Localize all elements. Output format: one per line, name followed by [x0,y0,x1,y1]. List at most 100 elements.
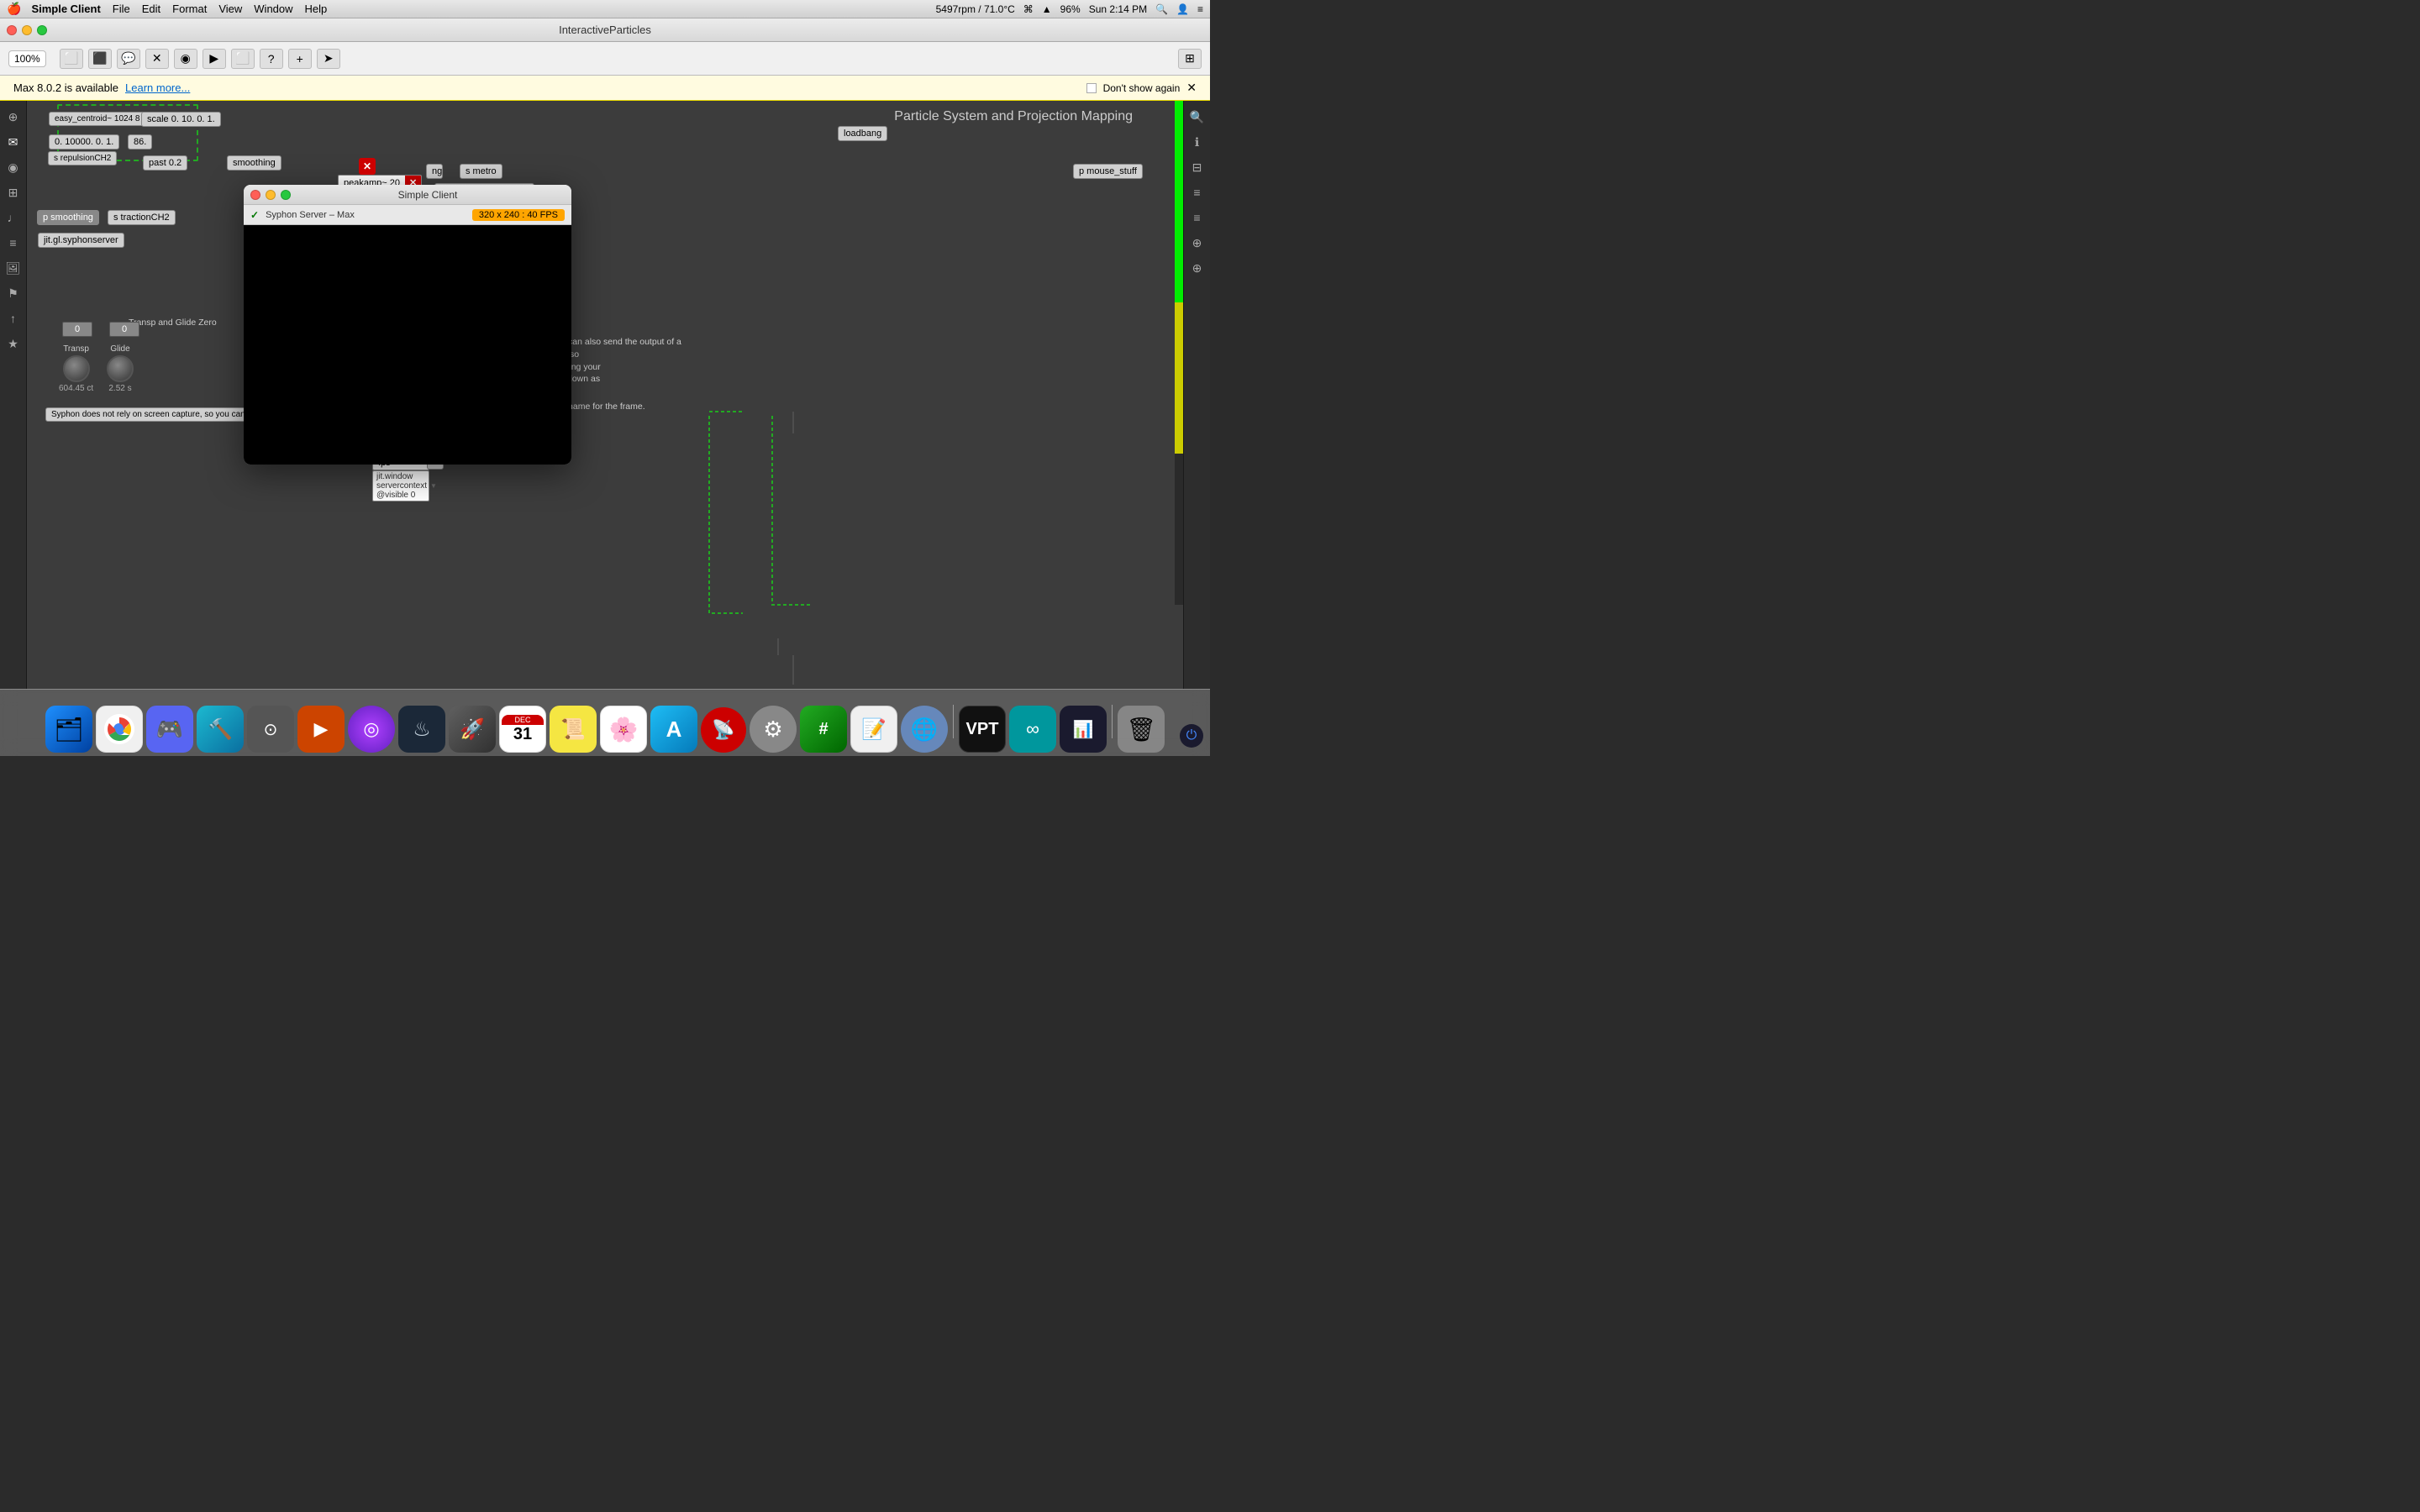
dial-glide-knob[interactable] [107,355,134,382]
dock-separator-2 [1112,705,1113,738]
dock-appstore[interactable]: A [650,706,697,753]
close-button[interactable] [7,25,17,35]
dock-netnewswire[interactable]: 📡 [701,707,746,753]
toolbar-btn-8[interactable]: ? [260,49,283,69]
cpu-temp: 5497rpm / 71.0°C [936,3,1015,15]
obj-loadbang[interactable]: loadbang [838,126,887,141]
dock-chrome[interactable] [96,706,143,753]
toolbar-btn-6[interactable]: ▶ [203,49,226,69]
dock-discord[interactable]: 🎮 [146,706,193,753]
right-sidebar-info[interactable]: ℹ [1188,133,1207,151]
power-button[interactable]: ⏻ [1180,724,1203,748]
sidebar-icon-8[interactable]: ↑ [4,309,23,328]
dock-calendar[interactable]: DEC 31 [499,706,546,753]
menu-window[interactable]: Window [254,3,292,15]
dock-systemprefs[interactable]: ⚙ [750,706,797,753]
clock: Sun 2:14 PM [1089,3,1147,15]
patch-canvas[interactable]: Particle System and Projection Mapping l… [27,101,1183,689]
toolbar-btn-2[interactable]: ⬛ [88,49,112,69]
syphon-server-label[interactable]: Syphon Server – Max [266,210,355,220]
obj-scale[interactable]: 86. [128,134,152,150]
menu-app-name[interactable]: Simple Client [31,3,100,15]
floating-minimize[interactable] [266,190,276,200]
obj-num10000[interactable]: s repulsionCH2 [48,151,117,165]
right-sidebar-search[interactable]: 🔍 [1188,108,1207,126]
floating-close[interactable] [250,190,260,200]
obj-num86[interactable]: 0. 10000. 0. 1. [49,134,119,150]
obj-fps-dropdown[interactable]: jit.window servercontext @visible 0 ▼ [372,470,429,501]
dial-transp-knob[interactable] [63,355,90,382]
sidebar-icon-2[interactable]: ◉ [4,158,23,176]
dock-siri[interactable]: ◎ [348,706,395,753]
dock-numbers[interactable]: # [800,706,847,753]
right-sidebar-connect[interactable]: ⊕ [1188,234,1207,252]
minimize-button[interactable] [22,25,32,35]
menu-view[interactable]: View [218,3,242,15]
obj-repulsion[interactable]: past 0.2 [143,155,187,171]
toolbar-btn-5[interactable]: ◉ [174,49,197,69]
menu-edit[interactable]: Edit [142,3,160,15]
controls-icon[interactable]: ≡ [1197,3,1203,15]
dock-displaylink[interactable]: ▶ [297,706,345,753]
dont-show-label: Don't show again [1103,82,1181,94]
sidebar-icon-5[interactable]: ≡ [4,234,23,252]
user-icon[interactable]: 👤 [1176,3,1189,15]
dont-show-checkbox[interactable] [1086,83,1097,93]
obj-bang[interactable]: ng [426,164,443,179]
apple-menu[interactable]: 🍎 [7,2,21,16]
sidebar-icon-9[interactable]: ★ [4,334,23,353]
toolbar-grid[interactable]: ⊞ [1178,49,1202,69]
menu-file[interactable]: File [113,3,130,15]
obj-past[interactable]: smoothing [227,155,281,171]
toolbar-btn-add[interactable]: + [288,49,312,69]
notification-bar: Max 8.0.2 is available Learn more... Don… [0,76,1210,101]
right-sidebar-add[interactable]: ⊕ [1188,259,1207,277]
toolbar-btn-arrow[interactable]: ➤ [317,49,340,69]
sidebar-icon-3[interactable]: ⊞ [4,183,23,202]
toolbar-btn-1[interactable]: ⬜ [60,49,83,69]
dock-steam[interactable]: ♨ [398,706,445,753]
floating-maximize[interactable] [281,190,291,200]
sidebar-icon-0[interactable]: ⊕ [4,108,23,126]
right-sidebar-list[interactable]: ≡ [1188,183,1207,202]
num-box-0-right[interactable]: 0 [109,322,139,337]
sidebar-icon-7[interactable]: ⚑ [4,284,23,302]
obj-metro[interactable]: s metro [460,164,502,179]
obj-asy-centroid[interactable]: easy_centroid~ 1024 8 [49,112,145,126]
toolbar-btn-4[interactable]: ✕ [145,49,169,69]
right-sidebar-list2[interactable]: ≡ [1188,208,1207,227]
num-box-0-left[interactable]: 0 [62,322,92,337]
zoom-level[interactable]: 100% [8,50,46,67]
obj-peakamp[interactable]: scale 0. 10. 0. 1. [141,112,221,127]
search-icon[interactable]: 🔍 [1155,3,1168,15]
notification-close[interactable]: ✕ [1186,81,1197,95]
dock-launchpad[interactable]: 🚀 [449,706,496,753]
dock-scriptedit[interactable]: 📜 [550,706,597,753]
toolbar-btn-3[interactable]: 💬 [117,49,140,69]
dock-istat[interactable]: 📊 [1060,706,1107,753]
menu-help[interactable]: Help [305,3,328,15]
dock-trash[interactable]: 🗑 [1118,706,1165,753]
toolbar-btn-7[interactable]: ⬜ [231,49,255,69]
dock-separator [953,705,954,738]
menu-format[interactable]: Format [172,3,207,15]
sidebar-icon-1[interactable]: ✉ [4,133,23,151]
maximize-button[interactable] [37,25,47,35]
dock-sleeve[interactable]: ⊙ [247,706,294,753]
sidebar-icon-6[interactable]: 🖼 [4,259,23,277]
dock-textedit[interactable]: 📝 [850,706,897,753]
sidebar-icon-4[interactable]: ♩ [4,208,23,227]
obj-p-smoothing[interactable]: s tractionCH2 [108,210,176,225]
dock-internet[interactable]: 🌐 [901,706,948,753]
dock-xcode[interactable]: 🔨 [197,706,244,753]
dock-vpt[interactable]: VPT [959,706,1006,753]
learn-more-link[interactable]: Learn more... [125,81,190,94]
obj-traction[interactable]: jit.gl.syphonserver [38,233,124,248]
modal-close-x[interactable]: ✕ [359,158,376,175]
right-sidebar-minus[interactable]: ⊟ [1188,158,1207,176]
dock-finder[interactable]: 🗂 [45,706,92,753]
dock-photos[interactable]: 🌸 [600,706,647,753]
obj-mouse-stuff[interactable]: p mouse_stuff [1073,164,1143,179]
obj-smoothing[interactable]: p smoothing [37,210,99,225]
dock-arduino[interactable]: ∞ [1009,706,1056,753]
